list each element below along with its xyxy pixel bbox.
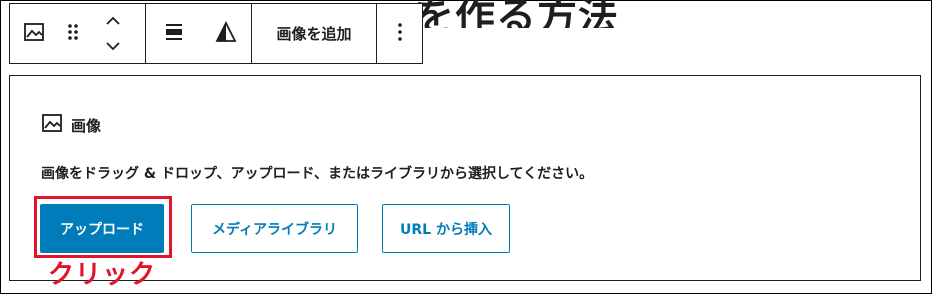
add-image-button[interactable]: 画像を追加 — [252, 4, 376, 63]
align-button[interactable] — [146, 4, 201, 63]
image-icon — [41, 112, 63, 138]
block-toolbar: 画像を追加 — [9, 3, 423, 64]
drag-handle-button[interactable] — [58, 4, 88, 63]
move-up-icon[interactable] — [104, 12, 122, 31]
move-down-icon[interactable] — [104, 37, 122, 56]
align-icon — [163, 21, 185, 47]
add-image-label: 画像を追加 — [276, 25, 352, 43]
image-placeholder: 画像 画像をドラッグ & ドロップ、アップロード、またはライブラリから選択してく… — [9, 75, 921, 281]
block-type-button[interactable] — [10, 4, 58, 63]
move-buttons — [88, 4, 138, 63]
click-annotation: クリック — [48, 260, 157, 290]
toolbar-group-block — [10, 4, 146, 63]
toolbar-group-add: 画像を追加 — [252, 4, 377, 63]
placeholder-instructions: 画像をドラッグ & ドロップ、アップロード、またはライブラリから選択してください… — [41, 166, 594, 182]
click-highlight-box — [34, 196, 172, 258]
placeholder-title: 画像 — [41, 112, 101, 138]
more-options-button[interactable] — [377, 4, 422, 63]
drag-handle-icon — [66, 21, 80, 47]
toolbar-group-style — [146, 4, 252, 63]
insert-from-url-button[interactable]: URL から挿入 — [382, 204, 510, 253]
media-library-button[interactable]: メディアライブラリ — [191, 204, 358, 253]
more-options-icon — [397, 21, 403, 47]
toolbar-group-more — [377, 4, 422, 63]
heading-text: を作る方法 — [414, 0, 619, 28]
duotone-button[interactable] — [201, 4, 251, 63]
duotone-icon — [215, 20, 237, 47]
placeholder-title-label: 画像 — [71, 116, 102, 135]
image-icon — [23, 21, 45, 47]
